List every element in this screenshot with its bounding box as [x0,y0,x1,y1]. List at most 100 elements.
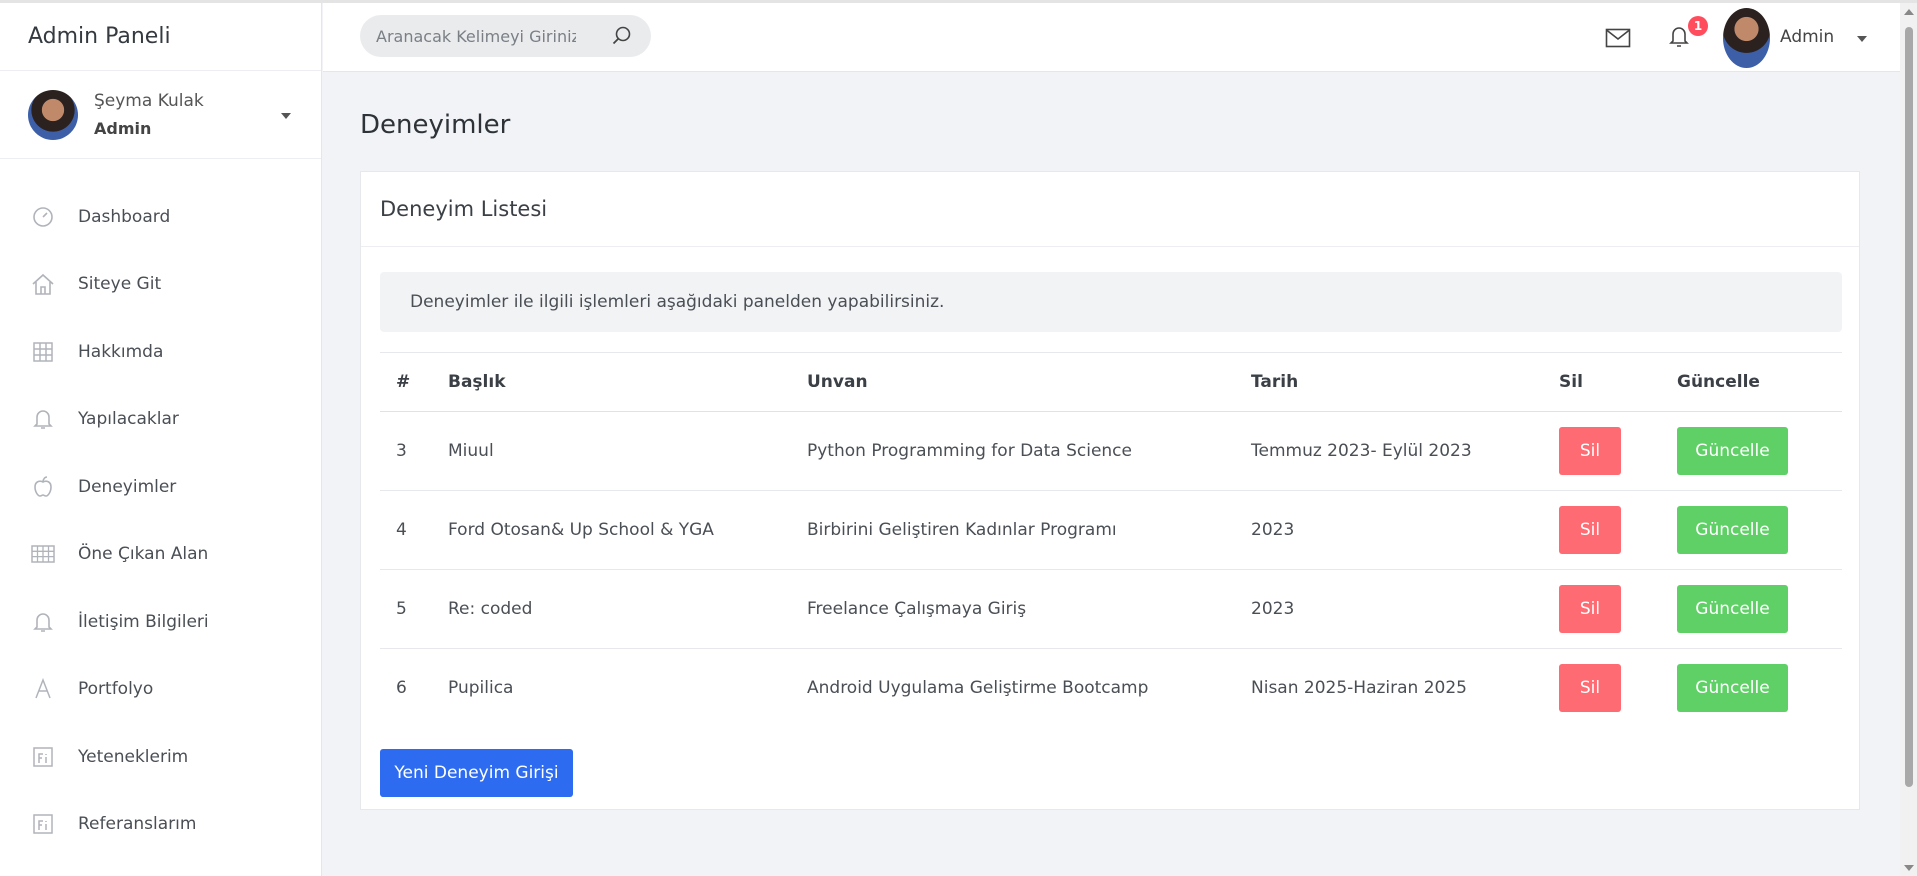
avatar [28,89,78,140]
column-header-update: Güncelle [1661,352,1842,412]
fi-icon [30,811,56,837]
scrollbar-thumb[interactable] [1905,27,1913,787]
sidebar-item-hakkimda[interactable]: Hakkımda [0,318,321,386]
notification-bell-icon[interactable] [1668,23,1690,53]
cell-delete: Sil [1543,411,1661,491]
column-header-id: # [380,352,432,412]
cell-title: Ford Otosan& Up School & YGA [432,490,791,570]
cell-date: 2023 [1235,490,1543,570]
cell-delete: Sil [1543,490,1661,570]
table-row: 6 Pupilica Android Uygulama Geliştirme B… [380,649,1842,728]
sidebar-item-label: Hakkımda [78,341,164,362]
sidebar-item-label: Siteye Git [78,274,162,295]
cell-id: 4 [380,490,432,570]
cell-delete: Sil [1543,569,1661,649]
notification-badge: 1 [1688,16,1708,36]
profile-role: Admin [94,119,152,138]
sidebar-item-siteye-git[interactable]: Siteye Git [0,251,321,319]
scroll-up-arrow-icon[interactable] [1904,9,1914,15]
table-header-row: # Başlık Unvan Tarih Sil Güncelle [380,352,1842,412]
delete-button[interactable]: Sil [1559,506,1621,554]
sidebar-item-label: Portfolyo [78,679,154,700]
cell-date: Nisan 2025-Haziran 2025 [1251,678,1467,699]
column-header-position: Unvan [791,352,1235,412]
table-row: 3 Miuul Python Programming for Data Scie… [380,411,1842,491]
sidebar-item-label: Yapılacaklar [78,409,179,430]
sidebar-item-label: Öne Çıkan Alan [78,544,209,565]
header-user-name[interactable]: Admin [1780,27,1834,47]
chevron-down-icon[interactable] [281,113,291,119]
column-header-delete: Sil [1543,352,1661,412]
cell-update: Güncelle [1661,490,1842,570]
info-alert: Deneyimler ile ilgili işlemleri aşağıdak… [380,272,1842,332]
cell-position: Birbirini Geliştiren Kadınlar Programı [791,490,1235,570]
cell-update: Güncelle [1661,649,1842,728]
cell-id: 6 [396,678,407,699]
cell-delete: Sil [1543,649,1661,728]
experience-table: # Başlık Unvan Tarih Sil Güncelle 3 Miuu… [380,352,1842,728]
table-row: 5 Re: coded Freelance Çalışmaya Giriş 20… [380,569,1842,649]
sidebar-item-yeteneklerim[interactable]: Yeteneklerim [0,723,321,791]
search-icon[interactable] [611,25,633,51]
page-title: Deneyimler [360,110,511,140]
sidebar-item-label: İletişim Bilgileri [78,611,209,632]
experience-card: Deneyim Listesi Deneyimler ile ilgili iş… [360,171,1860,810]
profile-name: Şeyma Kulak [94,91,204,111]
new-experience-button[interactable]: Yeni Deneyim Girişi [380,749,573,797]
home-icon [30,271,56,297]
brand-title[interactable]: Admin Paneli [0,3,321,71]
chevron-down-icon[interactable] [1857,36,1867,42]
cell-id: 5 [380,569,432,649]
sidebar-item-label: Dashboard [78,206,171,227]
gauge-icon [30,204,56,230]
delete-button[interactable]: Sil [1559,664,1621,713]
letter-a-icon [30,676,56,702]
top-header: 1 Admin [323,3,1917,72]
cell-title: Pupilica [448,678,514,699]
cell-id: 3 [380,411,432,491]
cell-title: Re: coded [432,569,791,649]
delete-button[interactable]: Sil [1559,427,1621,475]
sidebar-item-iletisim-bilgileri[interactable]: İletişim Bilgileri [0,588,321,656]
column-header-title: Başlık [432,352,791,412]
sidebar-item-portfolyo[interactable]: Portfolyo [0,656,321,724]
sidebar-nav: Dashboard Siteye Git Hakkımda Yapılacakl… [0,159,321,858]
sidebar-item-referanslarim[interactable]: Referanslarım [0,791,321,859]
update-button[interactable]: Güncelle [1677,427,1788,475]
update-button[interactable]: Güncelle [1677,585,1788,633]
sidebar-item-dashboard[interactable]: Dashboard [0,183,321,251]
sidebar-item-deneyimler[interactable]: Deneyimler [0,453,321,521]
update-button[interactable]: Güncelle [1677,506,1788,554]
profile-text: Şeyma Kulak Admin [94,91,204,138]
cell-position: Android Uygulama Geliştirme Bootcamp [807,678,1149,699]
apple-icon [30,474,56,500]
page-scrollbar[interactable] [1900,3,1917,876]
fi-icon [30,744,56,770]
scroll-down-arrow-icon[interactable] [1904,865,1914,871]
bell-icon [30,609,56,635]
sidebar-item-yapilacaklar[interactable]: Yapılacaklar [0,386,321,454]
search-box [360,15,651,57]
search-input[interactable] [376,26,576,46]
cell-position: Python Programming for Data Science [791,411,1235,491]
sidebar-profile[interactable]: Şeyma Kulak Admin [0,71,321,159]
table-row: 4 Ford Otosan& Up School & YGA Birbirini… [380,490,1842,570]
sidebar-item-one-cikan-alan[interactable]: Öne Çıkan Alan [0,521,321,589]
sidebar-item-label: Yeteneklerim [78,746,189,767]
cell-update: Güncelle [1661,569,1842,649]
grid-icon [30,339,56,365]
cell-position: Freelance Çalışmaya Giriş [791,569,1235,649]
cell-title: Miuul [432,411,791,491]
column-header-date: Tarih [1235,352,1543,412]
mail-icon[interactable] [1605,28,1631,52]
cell-date: Temmuz 2023- Eylül 2023 [1235,411,1543,491]
sidebar-item-label: Deneyimler [78,476,177,497]
card-title: Deneyim Listesi [361,172,1859,247]
update-button[interactable]: Güncelle [1677,664,1788,713]
sidebar: Admin Paneli Şeyma Kulak Admin Dashboard… [0,3,322,876]
cell-update: Güncelle [1661,411,1842,491]
delete-button[interactable]: Sil [1559,585,1621,633]
avatar[interactable] [1723,8,1770,68]
cell-date: 2023 [1235,569,1543,649]
grid-large-icon [30,541,56,567]
